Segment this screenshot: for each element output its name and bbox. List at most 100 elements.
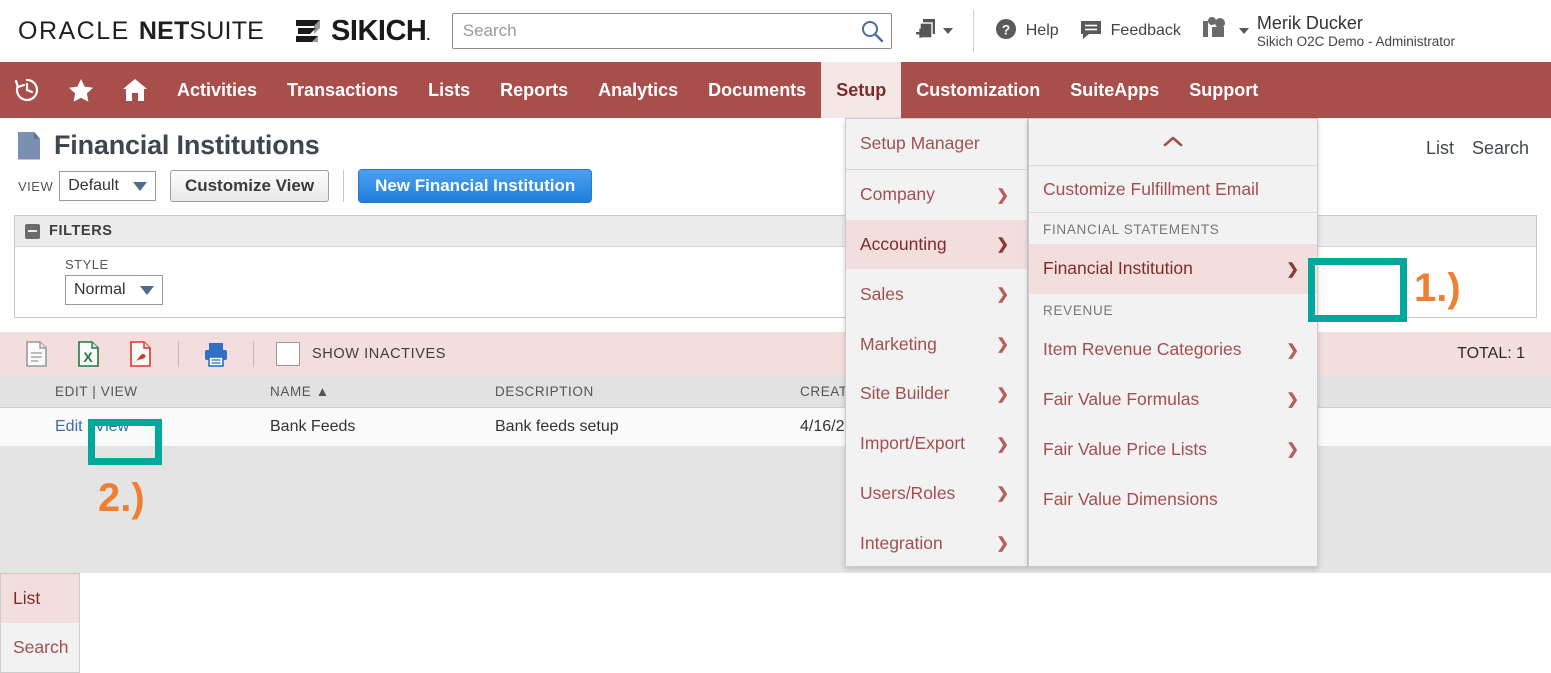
top-header-bar: ORACLE NETSUITE SIKICH. [0,0,1551,62]
recent-history-icon[interactable] [0,62,54,118]
help-question-icon: ? [994,17,1018,46]
nav-item-analytics[interactable]: Analytics [583,62,693,118]
page-title-row: Financial Institutions [0,118,1551,163]
menu-item-marketing[interactable]: Marketing ❯ [846,319,1027,369]
nav-item-documents[interactable]: Documents [693,62,821,118]
menu-label: Accounting [860,234,947,255]
nav-item-activities[interactable]: Activities [162,62,272,118]
menu-label: Item Revenue Categories [1043,339,1241,360]
svg-text:X: X [83,349,93,365]
menu-item-financial-institution[interactable]: Financial Institution ❯ [1029,244,1317,294]
menu-item-import-export[interactable]: Import/Export ❯ [846,419,1027,469]
column-header-edit-view[interactable]: EDIT | VIEW [0,376,270,408]
feedback-speech-bubble-icon [1079,17,1103,46]
nav-item-suiteapps[interactable]: SuiteApps [1055,62,1174,118]
style-select[interactable]: Normal [65,275,163,305]
tab-search[interactable]: Search [1472,138,1529,159]
menu-item-setup-manager[interactable]: Setup Manager [846,119,1027,169]
toolbar-divider [178,341,179,367]
sikich-logo[interactable]: SIKICH. [294,15,430,48]
list-search-tabs: List Search [1426,138,1529,159]
chevron-down-icon [140,286,154,295]
export-pdf-icon[interactable] [126,339,156,369]
edit-link[interactable]: Edit [55,418,83,435]
view-label: VIEW [18,179,53,194]
create-new-record-button[interactable] [914,16,953,47]
show-inactives-checkbox[interactable] [276,342,300,366]
show-inactives-label: SHOW INACTIVES [312,346,446,362]
user-menu-button[interactable]: Merik Ducker Sikich O2C Demo - Administr… [1201,13,1455,49]
menu-item-list[interactable]: List [1,574,79,623]
tab-list[interactable]: List [1426,138,1454,159]
feedback-button[interactable]: Feedback [1079,17,1181,46]
search-input[interactable] [452,13,892,49]
menu-label: Search [13,637,68,658]
menu-label: Users/Roles [860,483,955,504]
menu-item-site-builder[interactable]: Site Builder ❯ [846,369,1027,419]
logo-suite-text: SUITE [189,17,264,45]
filters-title: FILTERS [49,223,113,239]
chevron-right-icon: ❯ [996,534,1009,552]
view-link[interactable]: View [95,418,129,435]
cell-name: Bank Feeds [270,408,495,447]
help-button[interactable]: ? Help [994,17,1059,46]
home-icon[interactable] [108,62,162,118]
financial-institution-submenu-level3: List Search [0,573,80,673]
list-toolbar: X SHOW INACTIVES TOTAL: 1 [0,332,1551,376]
menu-label: Customize Fulfillment Email [1043,179,1259,200]
column-header-name[interactable]: NAME ▲ [270,376,495,408]
menu-item-customize-fulfillment-email[interactable]: Customize Fulfillment Email [1029,166,1317,212]
print-icon[interactable] [201,339,231,369]
chevron-down-icon [1239,28,1249,34]
logo-net-text: NET [139,17,190,45]
logo-oracle-text: ORACLE [18,17,130,45]
export-excel-icon[interactable]: X [74,339,104,369]
search-icon[interactable] [858,18,886,44]
chevron-right-icon: ❯ [996,186,1009,204]
style-select-value: Normal [74,281,126,299]
nav-item-support[interactable]: Support [1174,62,1273,118]
column-header-description[interactable]: DESCRIPTION [495,376,800,408]
table-empty-area [0,447,1551,573]
chevron-right-icon: ❯ [1286,260,1299,278]
customize-view-button[interactable]: Customize View [170,170,329,202]
help-label: Help [1026,22,1059,40]
svg-text:?: ? [1001,21,1010,37]
page-content: Financial Institutions List Search VIEW … [0,118,1551,573]
nav-item-lists[interactable]: Lists [413,62,485,118]
view-select[interactable]: Default [59,171,156,201]
chevron-right-icon: ❯ [996,235,1009,253]
user-avatar-icon [1201,15,1231,46]
menu-item-integration[interactable]: Integration ❯ [846,518,1027,568]
menu-group-financial-statements: FINANCIAL STATEMENTS [1029,213,1317,244]
menu-item-company[interactable]: Company ❯ [846,170,1027,220]
menu-item-users-roles[interactable]: Users/Roles ❯ [846,469,1027,519]
control-divider [343,170,344,202]
collapse-minus-icon[interactable] [25,224,40,239]
oracle-netsuite-logo[interactable]: ORACLE NETSUITE [18,17,264,46]
menu-item-fair-value-dimensions[interactable]: Fair Value Dimensions [1029,474,1317,524]
menu-label: Integration [860,533,943,554]
chevron-up-icon[interactable] [1029,119,1317,165]
sikich-wordmark: SIKICH. [331,15,430,48]
menu-item-sales[interactable]: Sales ❯ [846,269,1027,319]
row-actions-cell: Edit|View [0,408,270,447]
menu-item-fair-value-price-lists[interactable]: Fair Value Price Lists ❯ [1029,424,1317,474]
nav-item-customization[interactable]: Customization [901,62,1055,118]
favorites-star-icon[interactable] [54,62,108,118]
menu-item-item-revenue-categories[interactable]: Item Revenue Categories ❯ [1029,325,1317,375]
nav-item-reports[interactable]: Reports [485,62,583,118]
view-controls-row: VIEW Default Customize View New Financia… [0,163,1551,213]
new-financial-institution-button[interactable]: New Financial Institution [358,169,592,203]
menu-label: Fair Value Formulas [1043,389,1199,410]
export-csv-icon[interactable] [22,339,52,369]
chevron-down-icon [943,28,953,34]
menu-item-search[interactable]: Search [1,623,79,672]
nav-item-setup[interactable]: Setup [821,62,901,118]
nav-item-transactions[interactable]: Transactions [272,62,413,118]
menu-item-accounting[interactable]: Accounting ❯ [846,220,1027,270]
chevron-right-icon: ❯ [996,335,1009,353]
menu-item-fair-value-formulas[interactable]: Fair Value Formulas ❯ [1029,375,1317,425]
chevron-right-icon: ❯ [996,285,1009,303]
toolbar-divider [253,341,254,367]
